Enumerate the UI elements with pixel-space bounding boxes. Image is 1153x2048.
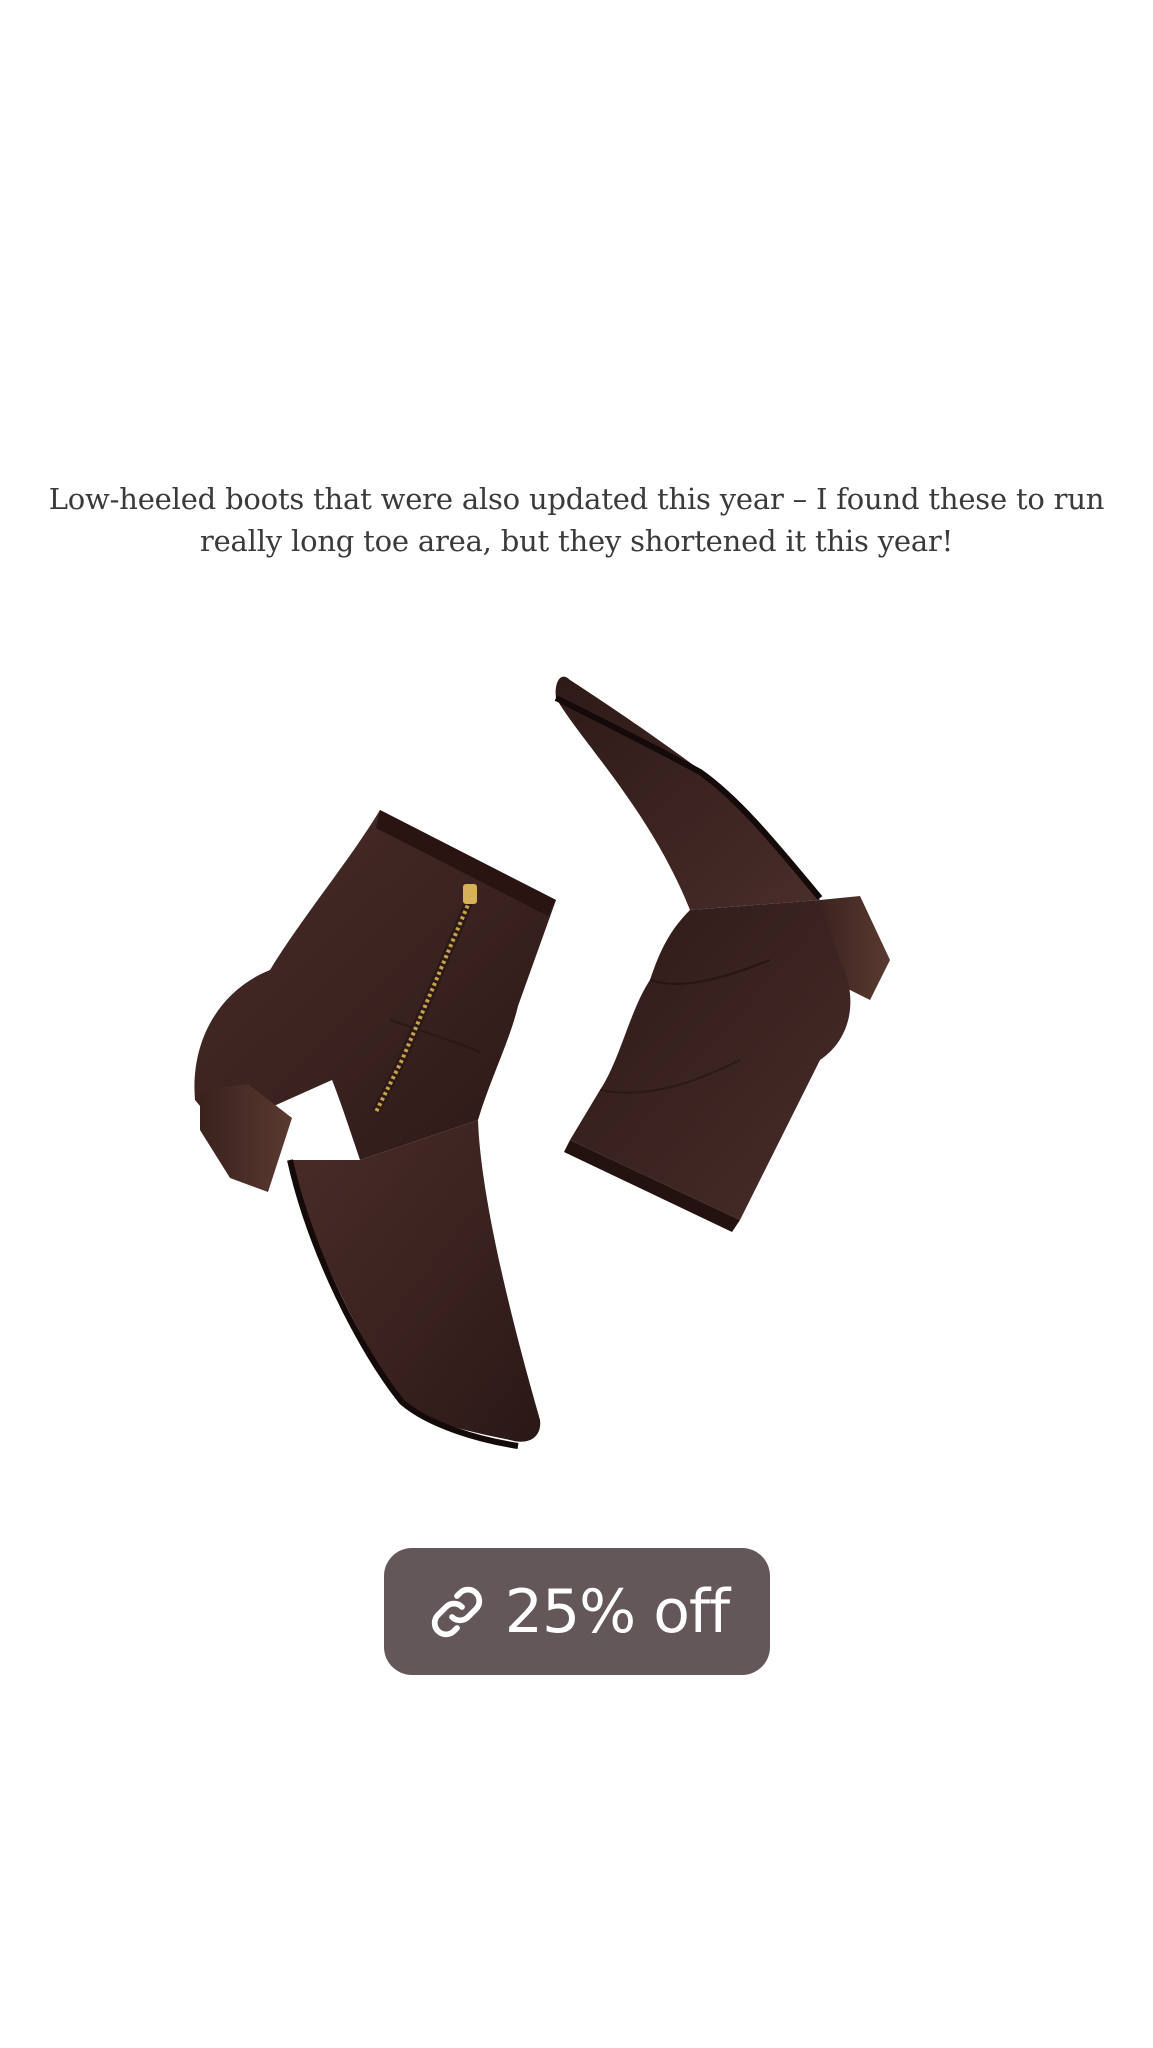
story-caption: Low-heeled boots that were also updated … (48, 482, 1105, 558)
right-boot (554, 676, 890, 1232)
link-sticker-button[interactable]: 25% off (384, 1548, 770, 1675)
link-icon (425, 1580, 489, 1644)
boots-product-image (194, 676, 890, 1449)
link-sticker-label: 25% off (504, 1576, 730, 1647)
left-boot (194, 810, 557, 1449)
